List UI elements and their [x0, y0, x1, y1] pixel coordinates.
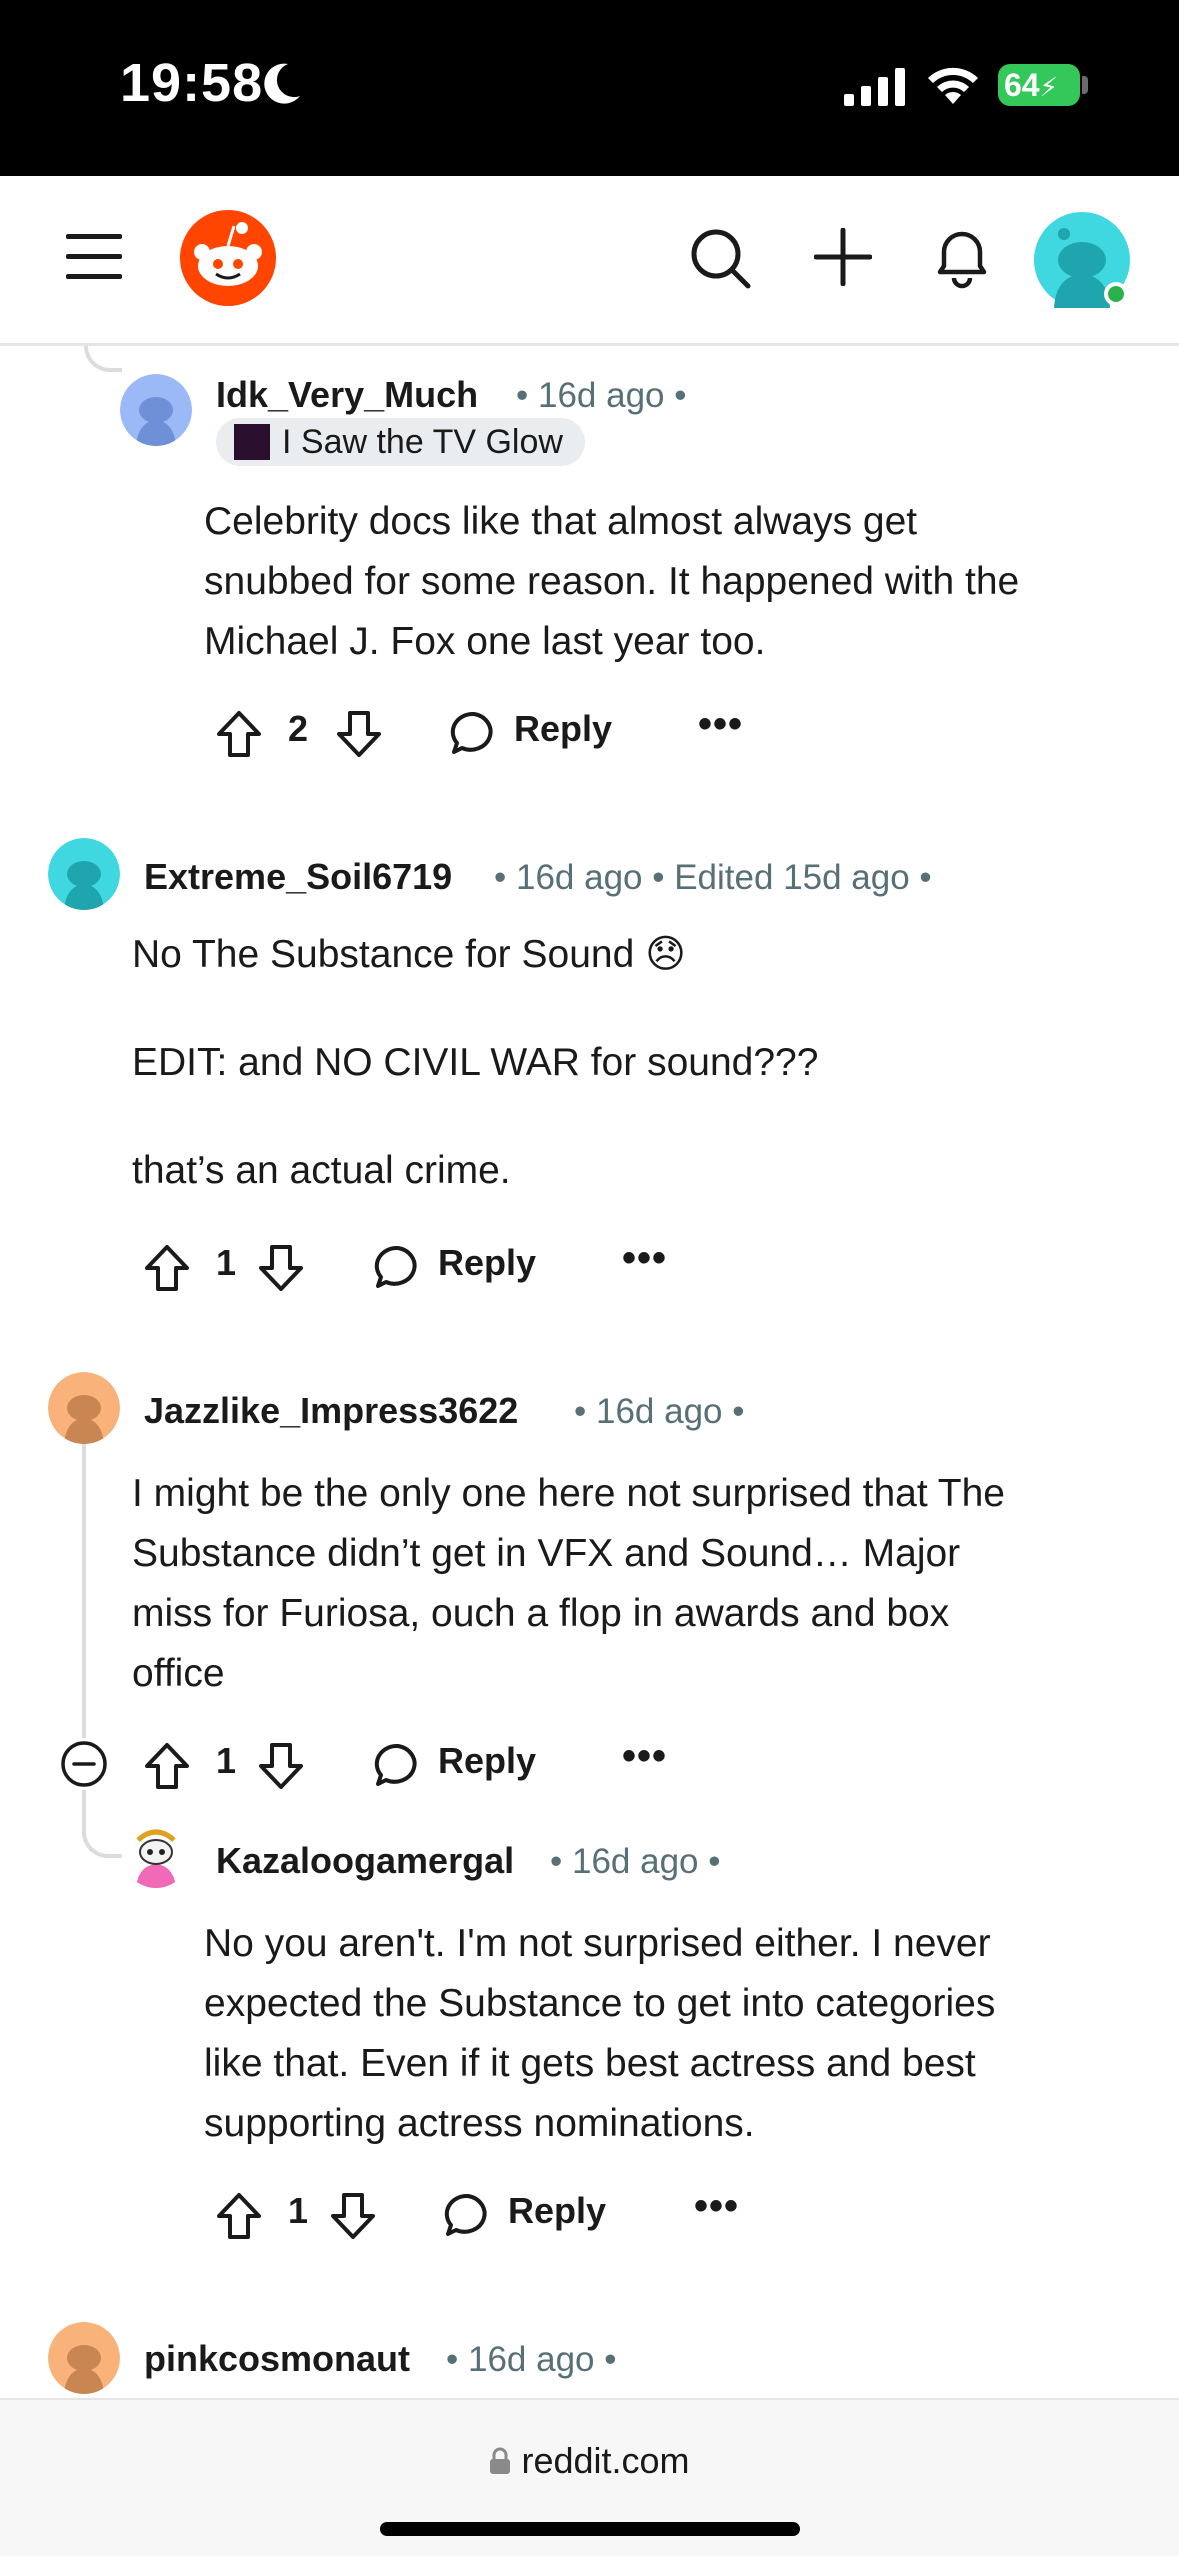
thread-line — [82, 1790, 86, 1812]
user-avatar-button[interactable] — [1034, 212, 1130, 308]
snoo-avatar-icon — [48, 1372, 120, 1444]
downvote-icon[interactable] — [336, 710, 382, 758]
more-options-button[interactable]: ••• — [622, 1236, 667, 1281]
reddit-logo-icon[interactable] — [178, 208, 278, 308]
comment-meta: • 16d ago • Edited 15d ago • — [494, 858, 932, 897]
reply-bubble-icon[interactable] — [374, 1742, 422, 1788]
vote-count: 1 — [216, 1242, 237, 1283]
comment-actions: 1 Reply ••• — [144, 1734, 684, 1794]
moon-icon — [264, 63, 300, 104]
comment-actions: 1 Reply ••• — [216, 2184, 756, 2244]
comment-username[interactable]: Jazzlike_Impress3622 — [144, 1390, 518, 1432]
online-status-dot — [1104, 282, 1128, 306]
vote-count: 2 — [288, 708, 309, 749]
browser-address-bar[interactable]: reddit.com — [0, 2398, 1179, 2556]
more-options-button[interactable]: ••• — [694, 2184, 739, 2229]
reply-bubble-icon[interactable] — [450, 710, 498, 756]
status-bar: 19:58 64⚡ — [0, 0, 1179, 176]
reddit-header — [0, 176, 1179, 346]
vote-count: 1 — [216, 1740, 237, 1781]
reply-button[interactable]: Reply — [508, 2190, 606, 2232]
comment-body: Celebrity docs like that almost always g… — [204, 500, 1020, 663]
battery-tip — [1082, 76, 1088, 94]
user-avatar[interactable] — [120, 374, 192, 446]
hamburger-menu-icon[interactable] — [66, 232, 122, 282]
comment-meta: • 16d ago • — [516, 376, 687, 415]
comment-body: I might be the only one here not surpris… — [132, 1472, 1005, 1695]
create-post-plus-icon[interactable] — [814, 228, 872, 286]
user-avatar[interactable] — [48, 838, 120, 910]
upvote-icon[interactable] — [216, 710, 262, 758]
lock-icon — [490, 2447, 511, 2474]
snoo-avatar-icon — [48, 838, 120, 910]
user-avatar[interactable] — [48, 1372, 120, 1444]
comment-body: No The Substance for Sound 😞 EDIT: and N… — [132, 933, 819, 1192]
url-text: reddit.com — [521, 2440, 690, 2481]
collapse-thread-icon[interactable] — [60, 1740, 108, 1788]
comment-actions: 2 Reply ••• — [216, 702, 756, 762]
comment-meta: • 16d ago • — [550, 1842, 721, 1881]
home-indicator[interactable] — [380, 2522, 800, 2536]
battery-level: 64 — [1004, 67, 1040, 103]
reply-button[interactable]: Reply — [438, 1740, 536, 1782]
comment-username[interactable]: Idk_Very_Much — [216, 374, 478, 416]
comment-username[interactable]: Extreme_Soil6719 — [144, 856, 452, 898]
downvote-icon[interactable] — [258, 1742, 304, 1790]
battery-indicator: 64⚡ — [998, 64, 1080, 106]
flair-image — [234, 424, 270, 460]
thread-line — [82, 1418, 86, 1738]
thread-connector — [82, 1812, 122, 1858]
reply-bubble-icon[interactable] — [374, 1244, 422, 1290]
comment-username[interactable]: pinkcosmonaut — [144, 2338, 410, 2380]
reply-bubble-icon[interactable] — [444, 2192, 492, 2238]
more-options-button[interactable]: ••• — [622, 1734, 667, 1779]
status-time: 19:58 — [120, 53, 264, 113]
wifi-icon — [928, 67, 978, 104]
comment-body: No you aren't. I'm not surprised either.… — [204, 1922, 996, 2145]
user-avatar[interactable] — [48, 2322, 120, 2394]
flair-text: I Saw the TV Glow — [282, 423, 563, 461]
comment-actions: 1 Reply ••• — [144, 1236, 684, 1296]
search-icon[interactable] — [690, 228, 752, 290]
reply-button[interactable]: Reply — [514, 708, 612, 750]
snoo-avatar-icon — [120, 374, 192, 446]
more-options-button[interactable]: ••• — [698, 702, 743, 747]
snoo-avatar-icon — [48, 2322, 120, 2394]
downvote-icon[interactable] — [258, 1244, 304, 1292]
charging-bolt-icon: ⚡ — [1039, 72, 1058, 102]
address-bar-url[interactable]: reddit.com — [0, 2440, 1179, 2482]
notifications-bell-icon[interactable] — [932, 226, 992, 292]
thread-connector — [84, 346, 122, 372]
upvote-icon[interactable] — [144, 1742, 190, 1790]
comment-username[interactable]: Kazaloogamergal — [216, 1840, 514, 1882]
user-flair: I Saw the TV Glow — [216, 418, 585, 466]
downvote-icon[interactable] — [330, 2192, 376, 2240]
upvote-icon[interactable] — [144, 1244, 190, 1292]
comment-meta: • 16d ago • — [446, 2340, 617, 2379]
custom-snoo-avatar-icon — [122, 1820, 190, 1888]
cellular-signal-icon — [844, 68, 905, 106]
reply-button[interactable]: Reply — [438, 1242, 536, 1284]
user-avatar[interactable] — [122, 1820, 190, 1888]
upvote-icon[interactable] — [216, 2192, 262, 2240]
comment-meta: • 16d ago • — [574, 1392, 745, 1431]
vote-count: 1 — [288, 2190, 309, 2231]
